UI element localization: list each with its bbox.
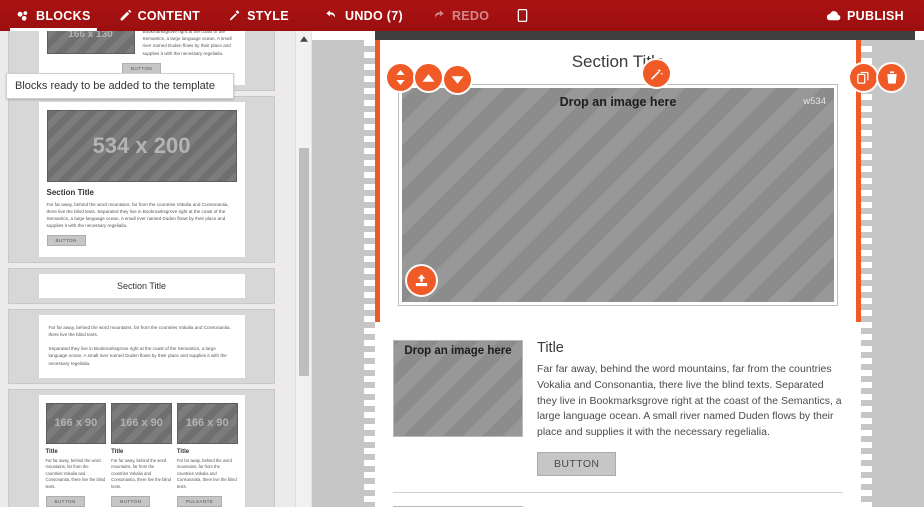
move-updown-icon xyxy=(396,70,405,85)
redo-label: REDO xyxy=(451,8,490,23)
column-button[interactable]: BUTTON xyxy=(45,496,85,507)
canvas-top-bar xyxy=(375,31,915,40)
tab-style-label: STYLE xyxy=(247,8,289,23)
column-body: Far far away, behind the word mountains,… xyxy=(111,457,171,489)
sidebar-block-item[interactable]: Section Title xyxy=(8,268,275,305)
redo-arrow-icon xyxy=(431,9,446,22)
block-paragraph: Far far away, behind the word mountains,… xyxy=(48,325,231,338)
sidebar-block-item[interactable]: 166 x 90 Title Far far away, behind the … xyxy=(8,388,275,507)
mobile-device-icon xyxy=(517,9,528,22)
template-canvas[interactable]: Section Title Drop an image here w534 Dr… xyxy=(312,31,924,507)
move-block-up-button[interactable] xyxy=(415,64,442,91)
image-placeholder: 166 x 90 xyxy=(45,402,107,444)
block-title[interactable]: Title xyxy=(537,340,843,356)
template-page: Section Title Drop an image here w534 Dr… xyxy=(375,40,861,507)
block-drop-label: Drop an image here xyxy=(404,345,512,357)
duplicate-icon xyxy=(857,71,869,84)
redo-button[interactable]: REDO xyxy=(417,0,503,31)
block-title: Section Title xyxy=(46,187,94,197)
undo-label: UNDO (7) xyxy=(345,8,403,23)
sidebar-scroll-content: 166 x 130 countries Vokalia and Consonan… xyxy=(0,31,281,507)
block-title: Section Title xyxy=(116,281,167,292)
cloud-upload-icon xyxy=(826,10,841,22)
placeholder-label: 166 x 90 xyxy=(120,417,163,430)
blocks-sidebar[interactable]: 166 x 130 countries Vokalia and Consonan… xyxy=(0,31,295,507)
arrow-down-icon xyxy=(451,75,464,84)
placeholder-label: 166 x 90 xyxy=(54,417,98,430)
publish-label: PUBLISH xyxy=(847,8,904,23)
block-button[interactable]: BUTTON xyxy=(46,235,86,247)
tab-blocks[interactable]: BLOCKS xyxy=(2,0,105,31)
tab-style[interactable]: STYLE xyxy=(214,0,303,31)
sidebar-tooltip: Blocks ready to be added to the template xyxy=(6,73,234,99)
sidebar-tooltip-text: Blocks ready to be added to the template xyxy=(15,80,215,92)
top-toolbar: BLOCKS CONTENT STYLE UNDO (7) REDO PUBLI… xyxy=(0,0,924,31)
placeholder-label: 166 x 130 xyxy=(68,31,113,40)
block-paragraph: Separated they live in Bookmarksgrove ri… xyxy=(48,346,227,366)
sidebar-block-item[interactable]: 534 x 200 Section Title Far far away, be… xyxy=(8,95,275,264)
upload-image-button[interactable] xyxy=(407,266,436,295)
placeholder-label: 166 x 90 xyxy=(185,417,229,430)
publish-button[interactable]: PUBLISH xyxy=(812,0,918,31)
undo-button[interactable]: UNDO (7) xyxy=(310,0,417,31)
toolbar-left-group: BLOCKS CONTENT STYLE xyxy=(2,0,303,31)
trash-icon xyxy=(886,71,897,84)
hero-image-frame[interactable]: Drop an image here w534 xyxy=(398,84,838,306)
duplicate-block-button[interactable] xyxy=(850,64,877,91)
hero-image-dropzone[interactable]: Drop an image here w534 xyxy=(402,88,834,302)
block-cta-button[interactable]: BUTTON xyxy=(537,451,617,476)
scroll-up-arrow-icon[interactable] xyxy=(296,31,312,47)
block-body-text: Far far away, behind the word mountains,… xyxy=(46,201,229,228)
block-body-text[interactable]: Far far away, behind the word mountains,… xyxy=(537,362,843,441)
toolbar-center-group: UNDO (7) REDO xyxy=(310,0,542,31)
toolbar-right-group: PUBLISH xyxy=(812,0,918,31)
move-block-down-button[interactable] xyxy=(444,66,471,93)
column-title: Title xyxy=(45,448,58,455)
block-column: 166 x 90 Title Far far away, behind the … xyxy=(176,402,238,507)
arrow-up-icon xyxy=(422,73,435,82)
hero-drop-label: Drop an image here xyxy=(559,95,677,109)
image-placeholder: 534 x 200 xyxy=(46,109,237,182)
sidebar-scrollbar[interactable] xyxy=(295,31,311,507)
upload-icon xyxy=(415,274,428,287)
scrollbar-thumb[interactable] xyxy=(299,148,309,376)
image-placeholder: 166 x 90 xyxy=(176,402,238,444)
column-title: Title xyxy=(111,448,124,455)
image-placeholder: 166 x 130 xyxy=(46,31,135,54)
preview-device-button[interactable] xyxy=(503,0,542,31)
undo-arrow-icon xyxy=(324,9,339,22)
hero-width-badge: w534 xyxy=(803,96,826,107)
block-text-column: Title Far far away, behind the word moun… xyxy=(537,340,843,476)
app-root: BLOCKS CONTENT STYLE UNDO (7) REDO PUBLI… xyxy=(0,0,924,507)
pencil-icon xyxy=(119,9,132,22)
image-text-block[interactable]: Drop an image here Title Far far away, b… xyxy=(375,322,861,476)
image-placeholder: 166 x 90 xyxy=(111,402,172,444)
tab-blocks-label: BLOCKS xyxy=(36,8,91,23)
column-body: Far far away, behind the word mountains,… xyxy=(45,457,106,489)
column-title: Title xyxy=(176,448,190,455)
block-image-dropzone[interactable]: Drop an image here xyxy=(393,340,523,437)
magic-wand-icon xyxy=(650,68,664,80)
tab-content-label: CONTENT xyxy=(137,8,201,23)
block-button[interactable]: BUTTON xyxy=(121,62,162,74)
placeholder-label: 534 x 200 xyxy=(92,132,191,158)
column-button[interactable]: PULSANTE xyxy=(176,496,223,507)
blocks-icon xyxy=(16,9,30,23)
block-body-text: countries Vokalia and Consonantia, there… xyxy=(142,31,232,56)
brush-icon xyxy=(228,9,241,22)
delete-block-button[interactable] xyxy=(878,64,905,91)
column-button[interactable]: BUTTON xyxy=(111,496,151,507)
tab-content[interactable]: CONTENT xyxy=(105,0,215,31)
block-column: 166 x 90 Title Far far away, behind the … xyxy=(45,402,107,507)
next-image-text-block[interactable]: Title xyxy=(375,493,861,507)
column-body: Far far away, behind the word mountains,… xyxy=(176,457,237,489)
move-block-button[interactable] xyxy=(387,64,414,91)
edit-block-button[interactable] xyxy=(643,60,670,87)
block-column: 166 x 90 Title Far far away, behind the … xyxy=(111,402,172,507)
sidebar-block-item[interactable]: Far far away, behind the word mountains,… xyxy=(8,309,275,384)
